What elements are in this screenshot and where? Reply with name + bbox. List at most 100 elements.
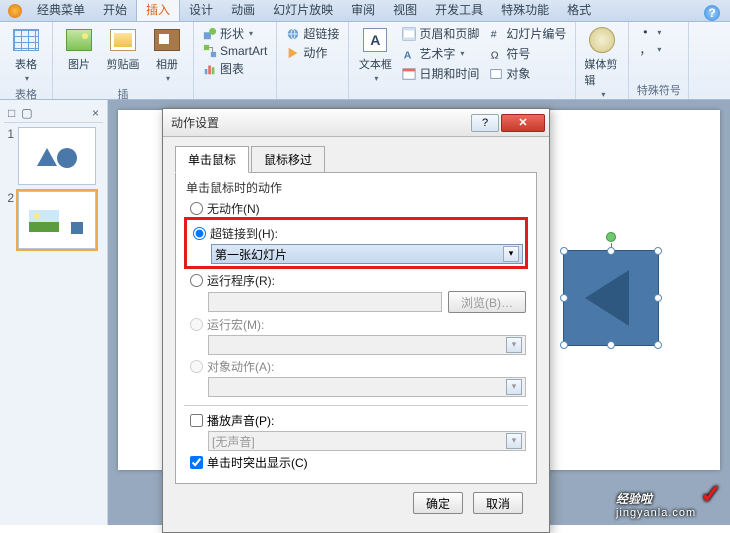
ribbon-tabs: 经典菜单 开始 插入 设计 动画 幻灯片放映 审阅 视图 开发工具 特殊功能 格…	[0, 0, 730, 22]
action-settings-dialog: 动作设置 ? ✕ 单击鼠标 鼠标移过 单击鼠标时的动作 无动作(N) 超链接到(…	[162, 108, 550, 533]
option-object-action: 对象动作(A):	[190, 358, 526, 375]
tab-animation[interactable]: 动画	[222, 0, 264, 21]
help-icon[interactable]: ?	[704, 5, 720, 21]
svg-text:#: #	[491, 28, 497, 40]
resize-handle[interactable]	[607, 341, 615, 349]
tab-mouse-over[interactable]: 鼠标移过	[251, 146, 325, 173]
dialog-tabs: 单击鼠标 鼠标移过	[175, 145, 537, 173]
dropdown-arrow-icon[interactable]: ▾	[503, 246, 519, 262]
symbol-button[interactable]: Ω符号	[486, 44, 569, 63]
option-run-program[interactable]: 运行程序(R):	[190, 272, 526, 289]
check-sound[interactable]	[190, 414, 203, 427]
resize-handle[interactable]	[654, 294, 662, 302]
tab-view[interactable]: 视图	[384, 0, 426, 21]
slidenumber-button[interactable]: #幻灯片编号	[486, 24, 569, 43]
wordart-button[interactable]: A艺术字	[399, 44, 482, 63]
resize-handle[interactable]	[607, 247, 615, 255]
clipart-button[interactable]: 剪贴画	[103, 24, 143, 85]
tab-format[interactable]: 格式	[558, 0, 600, 21]
radio-macro	[190, 318, 203, 331]
group-text: A文本框 页眉和页脚 A艺术字 日期和时间 #幻灯片编号 Ω符号 对象	[349, 22, 576, 99]
outline-tab-icon[interactable]: □	[8, 106, 15, 120]
checkbox-highlight-click[interactable]: 单击时突出显示(C)	[190, 454, 526, 471]
album-button[interactable]: 相册	[147, 24, 187, 85]
ribbon: 表格 表格 图片 剪贴画 相册 插 形状 SmartArt 图表 超链接 动作 …	[0, 22, 730, 100]
radio-none[interactable]	[190, 202, 203, 215]
tab-design[interactable]: 设计	[180, 0, 222, 21]
tab-insert[interactable]: 插入	[136, 0, 180, 21]
special-comma-button[interactable]: ，	[635, 40, 664, 59]
media-button[interactable]: 媒体剪辑	[582, 24, 622, 101]
resize-handle[interactable]	[654, 341, 662, 349]
group-images: 图片 剪贴画 相册 插	[53, 22, 194, 99]
object-button[interactable]: 对象	[486, 64, 569, 83]
option-hyperlink[interactable]: 超链接到(H):	[193, 225, 523, 242]
dialog-titlebar[interactable]: 动作设置 ? ✕	[163, 109, 549, 137]
watermark: 经验啦 jingyanla.com ✓	[616, 479, 722, 519]
thumbnail-1	[18, 127, 96, 185]
office-button[interactable]	[8, 4, 22, 18]
table-button[interactable]: 表格	[6, 24, 46, 85]
chart-button[interactable]: 图表	[200, 59, 247, 78]
action-button[interactable]: 动作	[283, 43, 330, 62]
group-label-special: 特殊符号	[635, 81, 682, 99]
check-highlight[interactable]	[190, 456, 203, 469]
resize-handle[interactable]	[560, 247, 568, 255]
tab-developer[interactable]: 开发工具	[426, 0, 492, 21]
browse-button[interactable]: 浏览(B)…	[448, 291, 526, 313]
dropdown-arrow-icon: ▾	[506, 433, 522, 449]
headerfooter-button[interactable]: 页眉和页脚	[399, 24, 482, 43]
tab-slideshow[interactable]: 幻灯片放映	[264, 0, 342, 21]
resize-handle[interactable]	[560, 294, 568, 302]
dropdown-arrow-icon: ▾	[506, 379, 522, 395]
radio-run[interactable]	[190, 274, 203, 287]
slide-thumb-2[interactable]: 2	[4, 191, 103, 249]
group-illustrations: 形状 SmartArt 图表	[194, 22, 277, 99]
shapes-button[interactable]: 形状	[200, 24, 256, 43]
section-label: 单击鼠标时的动作	[186, 179, 526, 196]
hyperlink-combo[interactable]: 第一张幻灯片 ▾	[211, 244, 523, 264]
picture-button[interactable]: 图片	[59, 24, 99, 85]
dialog-title: 动作设置	[167, 114, 219, 131]
tab-mouse-click[interactable]: 单击鼠标	[175, 146, 249, 173]
group-table: 表格 表格	[0, 22, 53, 99]
check-icon: ✓	[700, 479, 722, 510]
resize-handle[interactable]	[654, 247, 662, 255]
group-media: 媒体剪辑	[576, 22, 629, 99]
textbox-button[interactable]: A文本框	[355, 24, 395, 85]
slide-thumb-1[interactable]: 1	[4, 127, 103, 185]
svg-text:A: A	[404, 49, 412, 61]
radio-hyperlink[interactable]	[193, 227, 206, 240]
group-links: 超链接 动作	[277, 22, 349, 99]
object-action-combo: ▾	[208, 377, 526, 397]
tab-classic[interactable]: 经典菜单	[28, 0, 94, 21]
slides-panel: □ ▢ × 1 2	[0, 100, 108, 525]
tab-home[interactable]: 开始	[94, 0, 136, 21]
dialog-close-button[interactable]: ✕	[501, 114, 545, 132]
panel-close-icon[interactable]: ×	[92, 106, 99, 120]
tab-special[interactable]: 特殊功能	[492, 0, 558, 21]
run-program-input	[208, 292, 442, 312]
special-char-button[interactable]: •	[635, 24, 664, 40]
resize-handle[interactable]	[560, 341, 568, 349]
radio-object	[190, 360, 203, 373]
smartart-button[interactable]: SmartArt	[200, 43, 270, 59]
triangle-icon	[585, 270, 629, 326]
group-special: • ， 特殊符号	[629, 22, 689, 99]
dropdown-arrow-icon: ▾	[506, 337, 522, 353]
hyperlink-button[interactable]: 超链接	[283, 24, 342, 43]
ok-button[interactable]: 确定	[413, 492, 463, 514]
datetime-button[interactable]: 日期和时间	[399, 64, 482, 83]
rotate-handle[interactable]	[606, 232, 616, 242]
option-macro: 运行宏(M):	[190, 316, 526, 333]
hyperlink-value: 第一张幻灯片	[215, 246, 287, 263]
selected-shape[interactable]	[563, 250, 659, 346]
cancel-button[interactable]: 取消	[473, 492, 523, 514]
tab-review[interactable]: 审阅	[342, 0, 384, 21]
dialog-help-button[interactable]: ?	[471, 114, 499, 132]
checkbox-play-sound[interactable]: 播放声音(P):	[190, 412, 526, 429]
option-none[interactable]: 无动作(N)	[190, 200, 526, 217]
sound-combo: [无声音] ▾	[208, 431, 526, 451]
slides-tab-icon[interactable]: ▢	[21, 106, 32, 120]
thumbnail-2	[18, 191, 96, 249]
